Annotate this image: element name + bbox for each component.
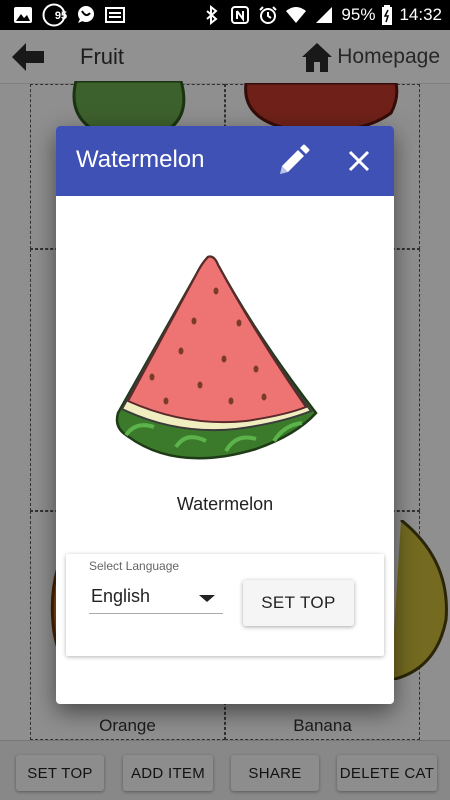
- dropdown-caret-icon: [199, 595, 215, 602]
- close-button[interactable]: [344, 146, 374, 176]
- nfc-icon: [229, 4, 251, 26]
- dialog-set-top-button[interactable]: SET TOP: [243, 580, 354, 626]
- signal-icon: [313, 4, 335, 26]
- edit-button[interactable]: [276, 144, 310, 178]
- bluetooth-icon: [201, 4, 223, 26]
- dialog-header: Watermelon: [56, 126, 394, 196]
- pencil-icon: [280, 144, 310, 174]
- dialog-title: Watermelon: [76, 146, 205, 173]
- language-card: Select Language English SET TOP: [66, 554, 384, 656]
- status-left: 95: [12, 3, 126, 27]
- alarm-icon: [257, 4, 279, 26]
- language-label: Select Language: [89, 559, 180, 573]
- watermelon-image: [106, 251, 326, 471]
- image-icon: [12, 4, 34, 26]
- wifi-icon: [285, 4, 307, 26]
- chat-icon: [74, 4, 96, 26]
- battery-percent: 95%: [341, 5, 376, 24]
- battery-icon: [381, 4, 393, 26]
- language-select[interactable]: English: [89, 582, 223, 614]
- item-dialog: Watermelon Watermelon Select Language En…: [56, 126, 394, 704]
- clock: 14:32: [399, 5, 442, 24]
- sim-icon: [104, 4, 126, 26]
- badge-icon: 95: [42, 3, 67, 27]
- language-value: English: [91, 586, 151, 606]
- status-bar: 95 95% 14:32: [0, 0, 450, 30]
- item-name: Watermelon: [176, 494, 274, 514]
- close-icon: [348, 150, 370, 172]
- status-right: 95% 14:32: [201, 4, 442, 26]
- badge-count: 95: [54, 10, 68, 22]
